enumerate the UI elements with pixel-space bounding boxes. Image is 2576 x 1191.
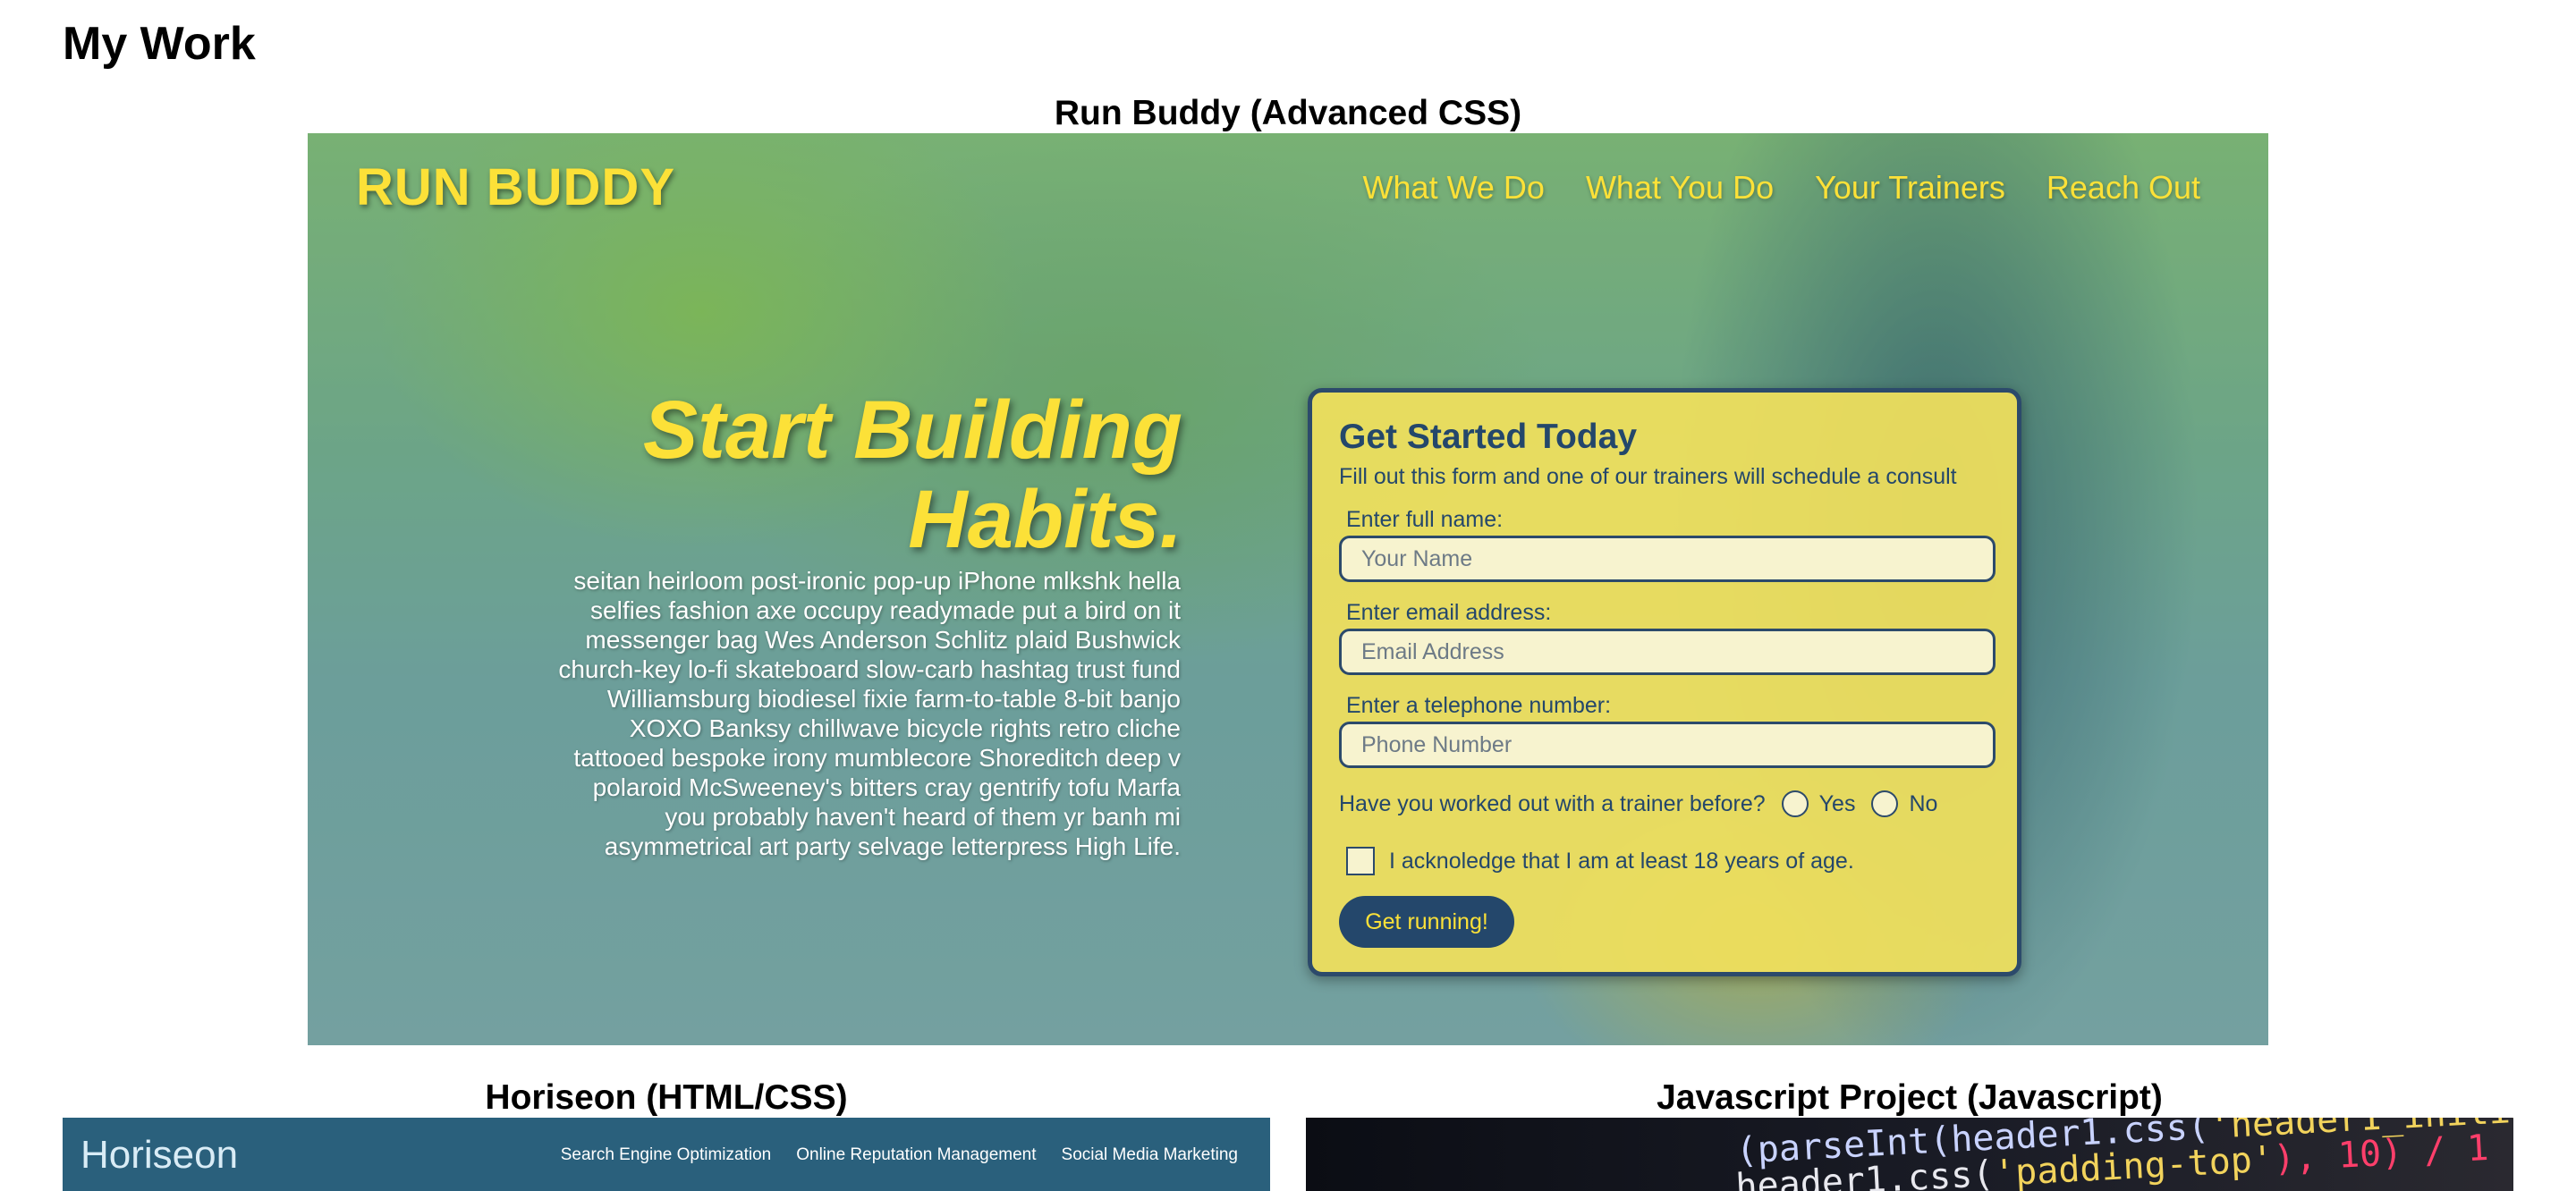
phone-input[interactable] <box>1339 722 1996 768</box>
horiseon-nav-social: Social Media Marketing <box>1061 1145 1238 1164</box>
nav-link-reach-out[interactable]: Reach Out <box>2046 165 2200 210</box>
page-heading: My Work <box>63 18 256 70</box>
horiseon-preview[interactable]: Horiseon Search Engine Optimization Onli… <box>63 1118 1270 1191</box>
trainer-no-radio[interactable] <box>1871 790 1899 817</box>
run-buddy-preview[interactable]: RUN BUDDY What We Do What You Do Your Tr… <box>308 133 2268 1045</box>
age-acknowledge-row: I acknoledge that I am at least 18 years… <box>1346 847 1854 875</box>
run-buddy-nav: What We Do What You Do Your Trainers Rea… <box>1363 165 2200 210</box>
nav-link-what-you-do[interactable]: What You Do <box>1586 165 1774 210</box>
name-label: Enter full name: <box>1346 507 1504 532</box>
trainer-question-row: Have you worked out with a trainer befor… <box>1339 790 1937 817</box>
phone-label: Enter a telephone number: <box>1346 693 1612 718</box>
run-buddy-logo[interactable]: RUN BUDDY <box>356 156 675 219</box>
hero-headline: Start Building Habits. <box>642 384 1182 565</box>
horiseon-logo: Horiseon <box>80 1133 239 1177</box>
horiseon-nav-reputation: Online Reputation Management <box>796 1145 1037 1164</box>
get-running-button[interactable]: Get running! <box>1339 896 1514 948</box>
email-label: Enter email address: <box>1346 600 1552 625</box>
trainer-yes-radio[interactable] <box>1781 790 1809 817</box>
horiseon-nav: Search Engine Optimization Online Reputa… <box>561 1145 1238 1166</box>
age-acknowledge-checkbox[interactable] <box>1346 847 1375 875</box>
age-acknowledge-label: I acknoledge that I am at least 18 years… <box>1389 848 1854 874</box>
project-title-javascript: Javascript Project (Javascript) <box>1657 1078 2163 1117</box>
email-input[interactable] <box>1339 629 1996 675</box>
nav-link-your-trainers[interactable]: Your Trainers <box>1815 165 2005 210</box>
javascript-project-preview[interactable]: (parseInt(header1.css('header1_initialDi… <box>1306 1118 2513 1191</box>
horiseon-nav-seo: Search Engine Optimization <box>560 1145 772 1164</box>
trainer-no-label: No <box>1909 790 1938 816</box>
name-input[interactable] <box>1339 536 1996 582</box>
nav-link-what-we-do[interactable]: What We Do <box>1363 165 1545 210</box>
get-started-form: Get Started Today Fill out this form and… <box>1308 388 2021 976</box>
trainer-question-label: Have you worked out with a trainer befor… <box>1339 790 1766 816</box>
project-title-run-buddy: Run Buddy (Advanced CSS) <box>1054 94 1522 132</box>
project-title-horiseon: Horiseon (HTML/CSS) <box>485 1078 848 1117</box>
hero-body-text: seitan heirloom post-ironic pop-up iPhon… <box>558 567 1181 860</box>
trainer-yes-label: Yes <box>1818 790 1856 816</box>
form-subtitle: Fill out this form and one of our traine… <box>1339 464 1957 489</box>
form-title: Get Started Today <box>1339 418 1638 456</box>
